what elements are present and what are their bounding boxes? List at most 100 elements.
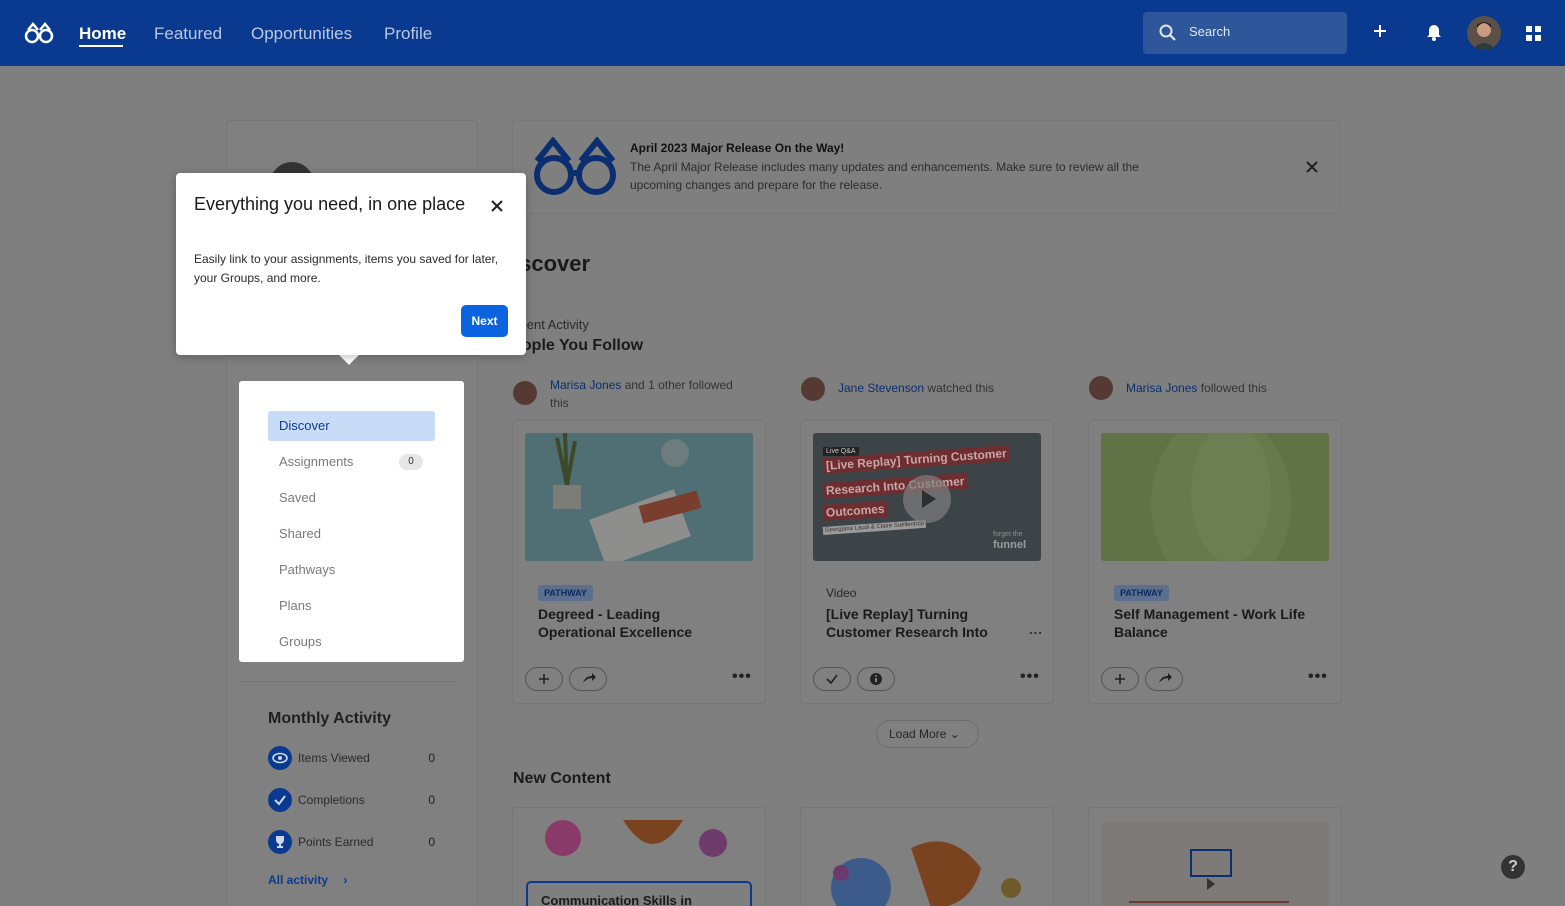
sidebar-item-assignments[interactable]: Assignments 0 xyxy=(268,447,435,477)
eye-icon xyxy=(268,746,292,770)
card-thumbnail-image xyxy=(1101,433,1329,561)
degreed-logo-icon[interactable] xyxy=(24,22,54,49)
stat-items-viewed: Items Viewed 0 xyxy=(268,746,438,770)
all-activity-link[interactable]: All activity › xyxy=(268,873,347,887)
tooltip-close-icon[interactable] xyxy=(488,197,506,220)
people-you-follow-heading: eople You Follow xyxy=(513,337,644,354)
new-content-heading: New Content xyxy=(513,770,611,787)
search-input[interactable] xyxy=(1189,24,1339,39)
sidebar-item-label: Assignments xyxy=(279,454,354,469)
activity-action: followed this xyxy=(1197,381,1267,395)
activity-text: Jane Stevenson watched this xyxy=(838,379,1038,397)
stat-label: Points Earned xyxy=(298,835,374,849)
sidebar-item-pathways[interactable]: Pathways xyxy=(268,555,435,585)
content-type-pill: PATHWAY xyxy=(1114,585,1169,601)
tooltip-next-button[interactable]: Next xyxy=(461,305,508,337)
sidebar-item-plans[interactable]: Plans xyxy=(268,591,435,621)
content-card[interactable]: Live Q&A [Live Replay] Turning Customer … xyxy=(800,420,1054,704)
sidebar-item-label: Discover xyxy=(279,418,330,433)
banner-text: The April Major Release includes many up… xyxy=(630,160,1139,192)
play-icon[interactable] xyxy=(903,475,951,528)
nav-home[interactable]: Home xyxy=(79,24,126,44)
more-options-icon[interactable]: ••• xyxy=(1020,668,1040,686)
monthly-activity-title: Monthly Activity xyxy=(268,710,391,727)
new-content-thumb-title: Communication Skills in xyxy=(541,893,692,906)
sidebar-divider xyxy=(242,681,458,682)
activity-text: Marisa Jones and 1 other followed this xyxy=(550,376,750,412)
search-icon xyxy=(1159,24,1177,47)
more-options-icon[interactable]: ••• xyxy=(1308,668,1328,686)
sidebar-item-label: Plans xyxy=(279,598,312,613)
nav-active-indicator xyxy=(79,45,123,47)
video-thumb-brand-small: forget the xyxy=(993,531,1023,538)
new-content-card[interactable]: Communication Skills in xyxy=(512,807,766,906)
banner-title: April 2023 Major Release On the Way! xyxy=(630,141,845,155)
assignments-count-badge: 0 xyxy=(399,454,423,470)
sidebar-item-label: Shared xyxy=(279,526,321,541)
video-tag: Live Q&A xyxy=(823,447,859,456)
chevron-right-icon: › xyxy=(343,873,348,887)
tooltip-title: Everything you need, in one place xyxy=(194,194,466,214)
activity-avatar[interactable] xyxy=(801,377,825,401)
chevron-down-icon: ⌄ xyxy=(949,727,960,741)
stat-value: 0 xyxy=(428,793,435,807)
top-navigation-bar: Home Featured Opportunities Profile xyxy=(0,0,1565,66)
content-type-label: Video xyxy=(826,586,857,600)
nav-profile[interactable]: Profile xyxy=(384,24,432,44)
info-button[interactable] xyxy=(857,667,895,691)
new-content-card[interactable] xyxy=(800,807,1054,906)
stat-label: Items Viewed xyxy=(298,751,370,765)
load-more-button[interactable]: Load More ⌄ xyxy=(876,720,979,748)
sidebar-item-label: Pathways xyxy=(279,562,336,577)
nav-featured[interactable]: Featured xyxy=(154,24,222,44)
share-button[interactable] xyxy=(569,667,607,691)
sidebar-item-saved[interactable]: Saved xyxy=(268,483,435,513)
card-title[interactable]: Self Management - Work Life Balance xyxy=(1114,605,1314,641)
stat-completions: Completions 0 xyxy=(268,788,438,812)
stat-value: 0 xyxy=(428,751,435,765)
card-thumbnail-image: Live Q&A [Live Replay] Turning Customer … xyxy=(813,433,1041,561)
stat-value: 0 xyxy=(428,835,435,849)
plus-icon[interactable] xyxy=(1372,23,1388,44)
card-title[interactable]: [Live Replay] Turning Customer Research … xyxy=(826,605,1026,641)
trophy-icon xyxy=(268,830,292,854)
user-avatar[interactable] xyxy=(1467,16,1501,50)
load-more-label: Load More xyxy=(889,727,947,741)
help-button[interactable]: ? xyxy=(1501,855,1525,879)
bell-icon[interactable] xyxy=(1426,23,1442,46)
activity-text: Marisa Jones followed this xyxy=(1126,379,1326,397)
sidebar-item-label: Saved xyxy=(279,490,316,505)
search-box[interactable] xyxy=(1143,12,1347,54)
activity-avatar[interactable] xyxy=(513,381,537,405)
share-button[interactable] xyxy=(1145,667,1183,691)
new-content-card[interactable] xyxy=(1088,807,1342,906)
more-options-icon[interactable]: ••• xyxy=(732,668,752,686)
tooltip-text: Easily link to your assignments, items y… xyxy=(194,252,499,285)
add-button[interactable] xyxy=(525,667,563,691)
stat-label: Completions xyxy=(298,793,365,807)
content-type-pill: PATHWAY xyxy=(538,585,593,601)
content-card[interactable] xyxy=(512,420,766,704)
content-card[interactable] xyxy=(1088,420,1342,704)
activity-user-link[interactable]: Marisa Jones xyxy=(1126,381,1197,395)
card-title[interactable]: Degreed - Leading Operational Excellence xyxy=(538,605,738,641)
mark-complete-button[interactable] xyxy=(813,667,851,691)
sidebar-item-shared[interactable]: Shared xyxy=(268,519,435,549)
stat-points-earned: Points Earned 0 xyxy=(268,830,438,854)
add-button[interactable] xyxy=(1101,667,1139,691)
video-thumb-line: Outcomes xyxy=(822,500,889,521)
sidebar-item-groups[interactable]: Groups xyxy=(268,627,435,657)
sidebar-item-label: Groups xyxy=(279,634,322,649)
check-icon xyxy=(268,788,292,812)
card-thumbnail-image xyxy=(525,433,753,561)
title-truncation: ... xyxy=(1029,622,1043,637)
sidebar-item-discover[interactable]: Discover xyxy=(268,411,435,441)
apps-grid-icon[interactable] xyxy=(1526,26,1541,46)
video-thumb-brand: funnel xyxy=(993,539,1026,551)
activity-user-link[interactable]: Marisa Jones xyxy=(550,378,621,392)
activity-action: watched this xyxy=(924,381,995,395)
activity-avatar[interactable] xyxy=(1089,376,1113,400)
nav-opportunities[interactable]: Opportunities xyxy=(251,24,352,44)
banner-close-icon[interactable] xyxy=(1305,160,1319,179)
activity-user-link[interactable]: Jane Stevenson xyxy=(838,381,924,395)
